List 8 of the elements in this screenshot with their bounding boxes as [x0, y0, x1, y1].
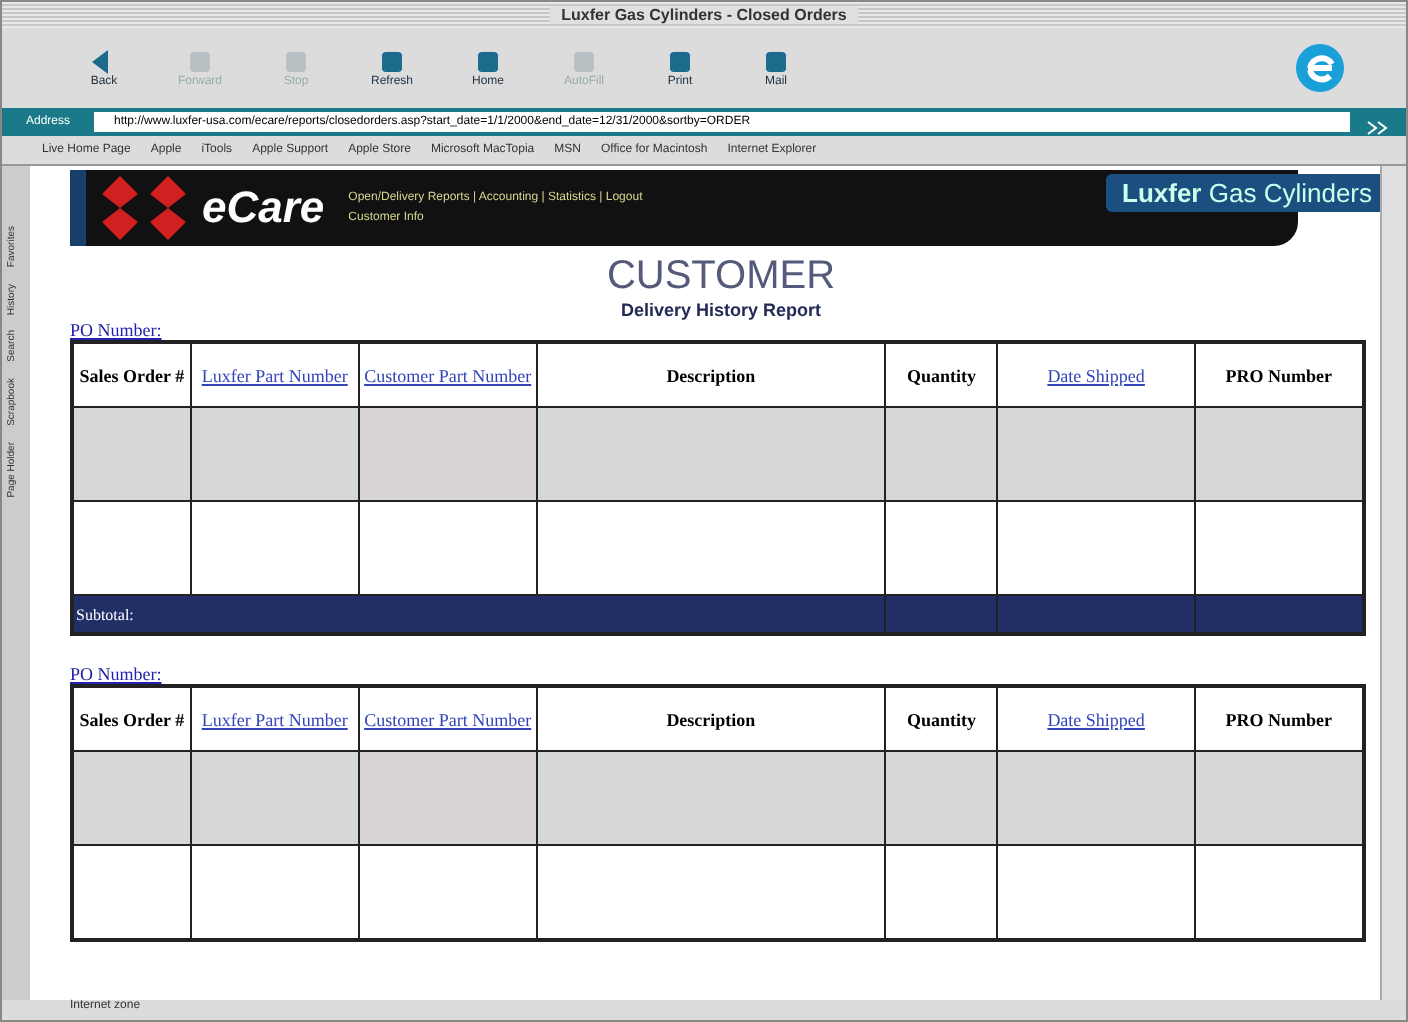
po-number-link[interactable]: PO Number: — [70, 664, 1372, 684]
page-title: CUSTOMER — [604, 254, 838, 300]
brand-logo: Luxfer Gas Cylinders — [1106, 174, 1380, 212]
page-subtitle: Delivery History Report — [618, 300, 824, 320]
logo-text: eCare — [202, 182, 325, 234]
po-number-link[interactable]: PO Number: — [70, 320, 1372, 340]
subtotal-label: Subtotal: — [76, 605, 134, 623]
window-title: Luxfer Gas Cylinders - Closed Orders — [549, 6, 859, 24]
